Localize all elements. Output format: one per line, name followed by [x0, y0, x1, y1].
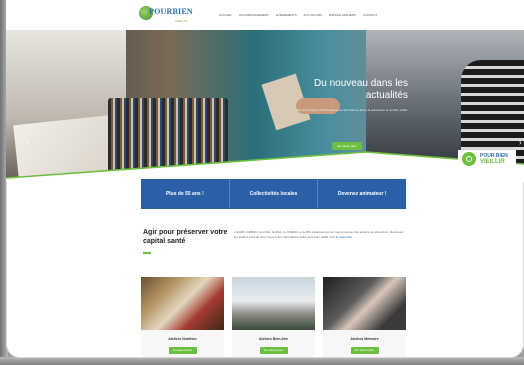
logo-word: POURBIEN — [149, 7, 193, 16]
site-logo[interactable]: POURBIEN VIEILLIR — [139, 6, 195, 26]
card-wellbeing-button[interactable]: En savoir plus — [259, 347, 288, 354]
nav-item-contact[interactable]: Contact — [363, 13, 377, 19]
brand-badge-line2: VIEILLIR — [480, 159, 505, 165]
main-nav: Accueil Accompagnement Evénements Actual… — [219, 13, 377, 19]
hero-title: Du nouveau dans les actualités — [314, 78, 408, 101]
card-wellbeing: Ateliers Bien-être En savoir plus — [232, 277, 315, 357]
device-frame-bottom-edge — [0, 357, 524, 365]
nav-item-news[interactable]: Actualités — [304, 13, 323, 19]
intro-title: Agir pour préserver votre capital santé — [143, 229, 228, 245]
nav-item-support[interactable]: Accompagnement — [239, 13, 269, 19]
intro-body: L'AGIRC-ARRCO, la CNAV, la MSA, la CNRAC… — [234, 230, 404, 239]
intro-text: L'AGIRC-ARRCO, la CNAV, la MSA, la CNRAC… — [234, 230, 406, 240]
logo-tagline: VIEILLIR — [175, 19, 188, 23]
card-memory: Ateliers Mémoire En savoir plus — [323, 277, 406, 357]
card-memory-button[interactable]: En savoir plus — [350, 347, 379, 354]
website-screen: POURBIEN VIEILLIR Accueil Accompagnement… — [6, 0, 524, 358]
nav-item-workshops[interactable]: Espace ateliers — [329, 13, 356, 19]
workshop-cards: Ateliers Nutrition En savoir plus Atelie… — [141, 277, 406, 357]
hero-cta-button[interactable]: En savoir plus — [332, 142, 362, 150]
tile-local-authorities[interactable]: Collectivités locales — [229, 179, 319, 209]
site-header: POURBIEN VIEILLIR Accueil Accompagnement… — [6, 0, 524, 30]
card-nutrition-button[interactable]: En savoir plus — [168, 347, 197, 354]
hero-bottom-curve — [6, 151, 524, 182]
brand-badge[interactable]: POUR BIEN VIEILLIR — [458, 150, 516, 168]
card-wellbeing-photo — [232, 277, 315, 330]
nav-item-events[interactable]: Evénements — [276, 13, 297, 19]
card-memory-photo — [323, 277, 406, 330]
card-nutrition: Ateliers Nutrition En savoir plus — [141, 277, 224, 357]
intro-title-underline — [143, 252, 151, 254]
hero-text: Vous avez besoin d'informations sur des … — [294, 108, 408, 112]
chevron-right-icon[interactable]: › — [519, 138, 522, 147]
card-nutrition-photo — [141, 277, 224, 330]
intro-link[interactable]: Voir le calendrier — [330, 235, 352, 239]
audience-tiles: Plus de 55 ans ! Collectivités locales D… — [141, 179, 407, 209]
brand-badge-icon — [462, 152, 476, 166]
chevron-left-icon[interactable]: ‹ — [26, 138, 29, 147]
nav-item-home[interactable]: Accueil — [219, 13, 232, 19]
card-wellbeing-caption: Ateliers Bien-être — [259, 337, 288, 341]
card-nutrition-caption: Ateliers Nutrition — [168, 337, 197, 341]
tile-over-55[interactable]: Plus de 55 ans ! — [141, 179, 230, 209]
tile-become-host[interactable]: Devenez animateur ! — [318, 179, 407, 209]
card-memory-caption: Ateliers Mémoire — [350, 337, 379, 341]
